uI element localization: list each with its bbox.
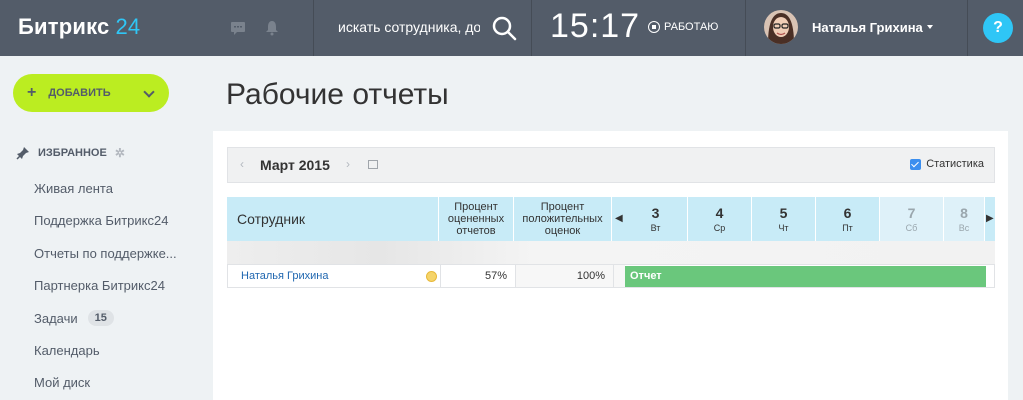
scroll-right-icon[interactable]: ▶ bbox=[986, 213, 994, 224]
favorites-header[interactable]: ИЗБРАННОЕ ✲ bbox=[16, 146, 125, 160]
search-input[interactable]: искать сотрудника, док bbox=[338, 19, 480, 35]
work-status[interactable]: РАБОТАЮ bbox=[648, 21, 718, 33]
plus-icon: + bbox=[27, 84, 37, 101]
add-button[interactable]: + ДОБАВИТЬ bbox=[13, 74, 169, 112]
header-divider bbox=[313, 0, 314, 56]
header-divider bbox=[745, 0, 746, 56]
day-number: 8 bbox=[960, 205, 968, 221]
day-column: 3 Вт bbox=[624, 197, 688, 241]
sidebar-item-partners[interactable]: Партнерка Битрикс24 bbox=[34, 278, 165, 293]
calendar-icon[interactable] bbox=[368, 160, 378, 169]
day-number: 3 bbox=[651, 205, 660, 221]
sidebar-item-label: Отчеты по поддержке... bbox=[34, 246, 177, 261]
percent-positive-value: 100% bbox=[515, 265, 613, 287]
day-column-weekend: 7 Сб bbox=[880, 197, 944, 241]
favorites-title: ИЗБРАННОЕ bbox=[38, 147, 107, 159]
day-number: 6 bbox=[843, 205, 852, 221]
chat-icon[interactable] bbox=[230, 20, 246, 36]
day-of-week: Пт bbox=[842, 223, 853, 233]
sidebar-item-live-feed[interactable]: Живая лента bbox=[34, 181, 113, 196]
sidebar-item-label: Мой диск bbox=[34, 375, 91, 390]
sidebar-item-tasks[interactable]: Задачи 15 bbox=[34, 310, 114, 326]
page-title: Рабочие отчеты bbox=[226, 78, 449, 111]
sidebar-item-label: Партнерка Битрикс24 bbox=[34, 278, 165, 293]
sidebar-item-support[interactable]: Поддержка Битрикс24 bbox=[34, 213, 168, 228]
logo-text: Битрикс bbox=[18, 14, 110, 39]
sidebar-item-label: Задачи bbox=[34, 310, 78, 326]
caret-down-icon[interactable] bbox=[927, 25, 933, 29]
calendar-toolbar: ‹ Март 2015 › Статистика bbox=[227, 147, 995, 183]
report-bar[interactable]: Отчет bbox=[625, 266, 986, 287]
day-of-week: Сб bbox=[905, 223, 918, 233]
prev-month-icon[interactable]: ‹ bbox=[240, 157, 244, 171]
day-of-week: Вт bbox=[650, 223, 661, 233]
column-employee: Сотрудник bbox=[227, 197, 439, 241]
sidebar-item-support-reports[interactable]: Отчеты по поддержке... bbox=[34, 246, 177, 261]
search-icon[interactable] bbox=[490, 14, 518, 42]
day-column: 4 Ср bbox=[688, 197, 752, 241]
clock[interactable]: 15:17 bbox=[550, 7, 640, 46]
top-header: Битрикс 24 искать сотрудника, док 15:17 Р… bbox=[0, 0, 1023, 56]
department-row bbox=[227, 241, 995, 264]
user-name[interactable]: Наталья Грихина bbox=[812, 20, 923, 35]
sidebar-item-my-drive[interactable]: Мой диск bbox=[34, 375, 90, 390]
help-button[interactable]: ? bbox=[983, 13, 1013, 43]
statistics-toggle[interactable]: Статистика bbox=[910, 158, 984, 170]
sidebar-item-label: Живая лента bbox=[34, 181, 113, 196]
pin-icon bbox=[16, 147, 29, 160]
work-status-label: РАБОТАЮ bbox=[664, 21, 719, 33]
report-grid-header: Сотрудник Процент оцененных отчетов Проц… bbox=[227, 197, 995, 241]
sun-icon bbox=[426, 271, 437, 282]
column-percent-positive: Процент положительных оценок bbox=[514, 197, 612, 241]
next-month-icon[interactable]: › bbox=[346, 157, 350, 171]
sidebar-item-label: Календарь bbox=[34, 343, 100, 358]
add-button-label: ДОБАВИТЬ bbox=[48, 87, 111, 99]
statistics-label: Статистика bbox=[926, 158, 984, 170]
bell-icon[interactable] bbox=[264, 20, 280, 36]
sidebar-item-label: Поддержка Битрикс24 bbox=[34, 213, 169, 228]
day-number: 5 bbox=[779, 205, 788, 221]
scroll-left-icon[interactable]: ◀ bbox=[615, 213, 623, 224]
count-badge: 15 bbox=[87, 310, 114, 326]
header-divider bbox=[967, 0, 968, 56]
checkbox-checked-icon[interactable] bbox=[910, 158, 922, 170]
grid-spacer bbox=[613, 265, 625, 287]
percent-rated-value: 57% bbox=[440, 265, 515, 287]
stop-icon bbox=[648, 21, 660, 33]
gear-icon[interactable]: ✲ bbox=[115, 146, 125, 160]
table-row: Наталья Грихина 57% 100% Отчет bbox=[227, 264, 995, 288]
day-of-week: Чт bbox=[778, 223, 789, 233]
day-column: 6 Пт bbox=[816, 197, 880, 241]
logo-number: 24 bbox=[115, 14, 141, 39]
day-of-week: Вс bbox=[958, 223, 970, 233]
sidebar-item-calendar[interactable]: Календарь bbox=[34, 343, 100, 358]
header-divider bbox=[531, 0, 532, 56]
logo[interactable]: Битрикс 24 bbox=[18, 14, 140, 40]
day-column-weekend: 8 Вс bbox=[944, 197, 985, 241]
day-of-week: Ср bbox=[713, 223, 726, 233]
column-percent-rated: Процент оцененных отчетов bbox=[439, 197, 514, 241]
avatar[interactable] bbox=[764, 10, 798, 44]
day-column: 5 Чт bbox=[752, 197, 816, 241]
chevron-down-icon bbox=[143, 86, 155, 98]
day-number: 7 bbox=[907, 205, 916, 221]
employee-link[interactable]: Наталья Грихина bbox=[241, 270, 328, 282]
day-number: 4 bbox=[715, 205, 724, 221]
month-label: Март 2015 bbox=[260, 157, 330, 173]
